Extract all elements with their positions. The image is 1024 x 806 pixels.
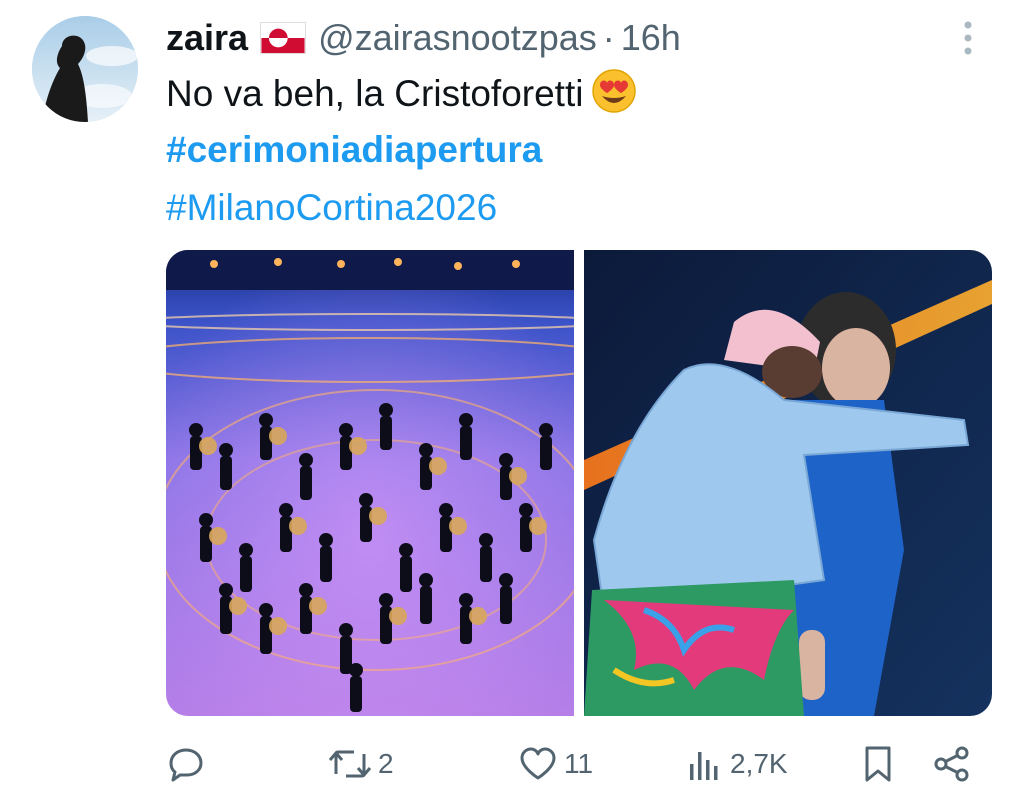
heart-eyes-emoji-icon	[591, 68, 637, 114]
avatar-image	[32, 16, 138, 122]
user-handle[interactable]: @zairasnootzpas	[318, 17, 597, 59]
avatar[interactable]	[32, 16, 138, 122]
views-count: 2,7K	[730, 748, 788, 779]
heart-icon	[520, 747, 556, 780]
bookmark-icon	[865, 746, 891, 782]
retweet-icon	[328, 750, 372, 778]
tweet-actions: 2 11 2,7K	[166, 738, 978, 790]
timestamp[interactable]: 16h	[621, 17, 681, 59]
separator-dot: ·	[602, 17, 615, 58]
reply-icon	[169, 748, 203, 782]
share-icon	[934, 746, 969, 782]
views-button[interactable]: 2,7K	[684, 738, 788, 790]
two-people-on-stage-image[interactable]	[584, 250, 992, 716]
more-options-icon[interactable]	[958, 18, 978, 58]
share-button[interactable]	[930, 738, 974, 790]
reply-button[interactable]	[166, 738, 212, 790]
hashtag-link[interactable]: #cerimoniadiapertura	[166, 120, 542, 180]
retweet-button[interactable]: 2	[328, 738, 394, 790]
tweet-header: zaira @zairasnootzpas · 16h	[166, 16, 681, 60]
greenland-flag-icon	[260, 22, 307, 54]
views-chart-icon	[690, 752, 718, 780]
media-grid	[166, 250, 992, 716]
tweet-text-line: No va beh, la Cristoforetti	[166, 64, 637, 124]
tweet-text: No va beh, la Cristoforetti	[166, 73, 584, 114]
like-button[interactable]: 11	[518, 738, 593, 790]
bookmark-button[interactable]	[860, 738, 896, 790]
hashtag-link[interactable]: #MilanoCortina2026	[166, 178, 497, 238]
display-name[interactable]: zaira	[166, 17, 248, 59]
opening-ceremony-performers-image[interactable]	[166, 250, 574, 716]
like-count: 11	[564, 748, 594, 779]
retweet-count: 2	[378, 748, 394, 779]
